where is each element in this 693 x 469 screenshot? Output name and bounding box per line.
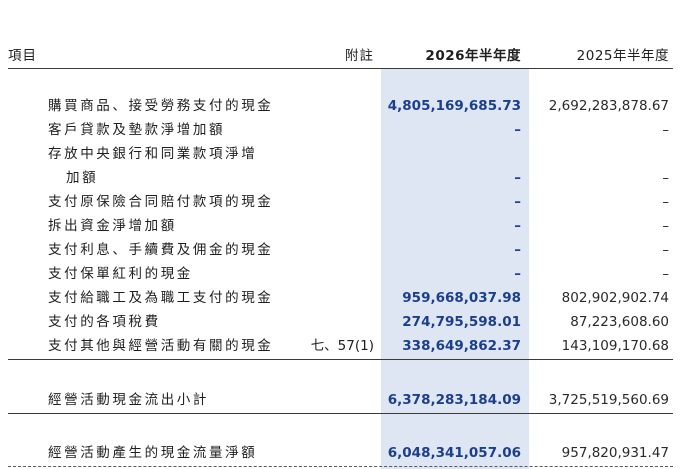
row-label: 加額 bbox=[66, 170, 99, 186]
table-row: 支付原保險合同賠付款項的現金 – – bbox=[0, 190, 693, 214]
row-label: 購買商品、接受勞務支付的現金 bbox=[48, 98, 274, 114]
table-row: 存放中央銀行和同業款項淨增 bbox=[0, 142, 693, 166]
row-current-value: – bbox=[514, 266, 521, 282]
subtotal-prior-value: 3,725,519,560.69 bbox=[548, 392, 669, 408]
row-prior-value: 2,692,283,878.67 bbox=[548, 98, 669, 114]
header-rule bbox=[8, 68, 673, 69]
row-prior-value: – bbox=[662, 170, 669, 186]
table-row: 支付保單紅利的現金 – – bbox=[0, 262, 693, 286]
row-label: 支付給職工及為職工支付的現金 bbox=[48, 290, 274, 306]
row-prior-value: 143,109,170.68 bbox=[561, 338, 669, 354]
header-prior-period: 2025年半年度 bbox=[576, 48, 669, 64]
row-note: 七、57(1) bbox=[310, 338, 374, 354]
row-current-value: – bbox=[514, 122, 521, 138]
net-prior-value: 957,820,931.47 bbox=[561, 445, 669, 461]
header-note: 附註 bbox=[345, 48, 374, 64]
row-label: 存放中央銀行和同業款項淨增 bbox=[48, 146, 258, 162]
subtotal-label: 經營活動現金流出小計 bbox=[48, 392, 209, 408]
net-current-value: 6,048,341,057.06 bbox=[387, 445, 521, 461]
row-prior-value: – bbox=[662, 194, 669, 210]
table-row: 支付的各項稅費 274,795,598.01 87,223,608.60 bbox=[0, 310, 693, 334]
row-prior-value: 802,902,902.74 bbox=[561, 290, 669, 306]
table-row: 客戶貸款及墊款淨增加額 – – bbox=[0, 118, 693, 142]
row-current-value: – bbox=[514, 194, 521, 210]
row-label: 支付其他與經營活動有關的現金 bbox=[48, 338, 274, 354]
row-current-value: 274,795,598.01 bbox=[402, 314, 521, 330]
row-current-value: 4,805,169,685.73 bbox=[387, 98, 521, 114]
table-row: 加額 – – bbox=[0, 166, 693, 190]
row-divider bbox=[8, 359, 673, 360]
row-label: 支付原保險合同賠付款項的現金 bbox=[48, 194, 274, 210]
row-current-value: 338,649,862.37 bbox=[402, 338, 521, 354]
net-label: 經營活動產生的現金流量淨額 bbox=[48, 445, 258, 461]
row-current-value: – bbox=[514, 242, 521, 258]
row-label: 支付保單紅利的現金 bbox=[48, 266, 193, 282]
row-current-value: – bbox=[514, 170, 521, 186]
row-current-value: – bbox=[514, 218, 521, 234]
row-current-value: 959,668,037.98 bbox=[402, 290, 521, 306]
table-row: 購買商品、接受勞務支付的現金 4,805,169,685.73 2,692,28… bbox=[0, 94, 693, 118]
subtotal-row: 經營活動現金流出小計 6,378,283,184.09 3,725,519,56… bbox=[0, 388, 693, 412]
table-row: 支付利息、手續費及佣金的現金 – – bbox=[0, 238, 693, 262]
header-current-period: 2026年半年度 bbox=[425, 48, 521, 64]
row-label: 支付的各項稅費 bbox=[48, 314, 161, 330]
bottom-dashed-rule bbox=[8, 466, 673, 467]
row-label: 客戶貸款及墊款淨增加額 bbox=[48, 122, 226, 138]
row-prior-value: – bbox=[662, 242, 669, 258]
table-row: 支付其他與經營活動有關的現金 七、57(1) 338,649,862.37 14… bbox=[0, 334, 693, 358]
subtotal-current-value: 6,378,283,184.09 bbox=[387, 392, 521, 408]
table-row: 支付給職工及為職工支付的現金 959,668,037.98 802,902,90… bbox=[0, 286, 693, 310]
header-item: 項目 bbox=[8, 48, 37, 64]
row-label: 拆出資金淨增加額 bbox=[48, 218, 177, 234]
row-prior-value: – bbox=[662, 218, 669, 234]
row-prior-value: 87,223,608.60 bbox=[570, 314, 669, 330]
row-prior-value: – bbox=[662, 266, 669, 282]
row-prior-value: – bbox=[662, 122, 669, 138]
table-row: 拆出資金淨增加額 – – bbox=[0, 214, 693, 238]
subtotal-rule bbox=[8, 413, 673, 414]
net-row: 經營活動產生的現金流量淨額 6,048,341,057.06 957,820,9… bbox=[0, 441, 693, 465]
row-label: 支付利息、手續費及佣金的現金 bbox=[48, 242, 274, 258]
